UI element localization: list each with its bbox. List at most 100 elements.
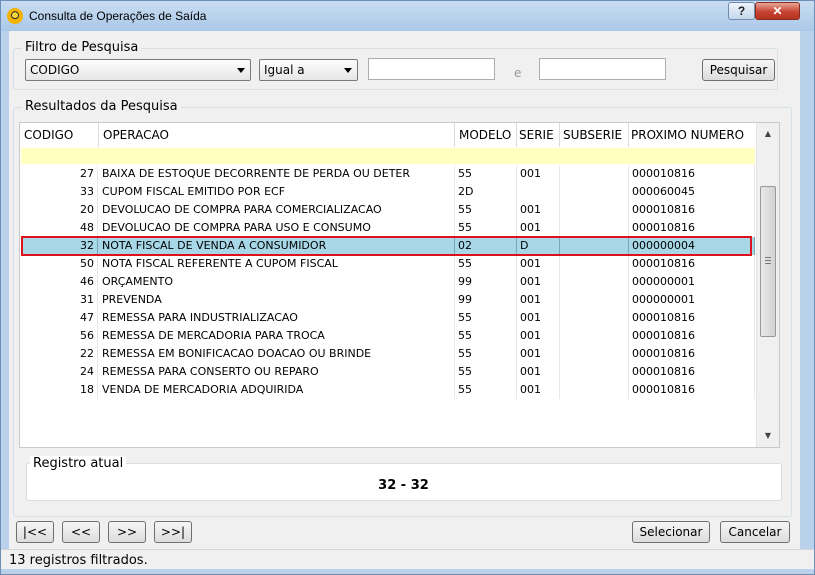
filter-value-1-input[interactable] <box>368 58 495 80</box>
column-header-operacao[interactable]: OPERACAO <box>103 128 169 142</box>
cell-codigo: 48 <box>21 219 98 237</box>
status-text: 13 registros filtrados. <box>9 553 148 568</box>
cell-serie: 001 <box>517 327 560 345</box>
column-divider <box>559 123 560 147</box>
results-group-title: Resultados da Pesquisa <box>22 99 181 114</box>
column-header-serie[interactable]: SERIE <box>519 128 554 142</box>
table-row[interactable]: 56 REMESSA DE MERCADORIA PARA TROCA 55 001 0… <box>21 327 755 345</box>
cell-codigo: 50 <box>21 255 98 273</box>
table-row[interactable]: 27 BAIXA DE ESTOQUE DECORRENTE DE PERDA O… <box>21 165 755 183</box>
cell-codigo: 31 <box>21 291 98 309</box>
cell-proximo-numero: 000010816 <box>629 165 755 183</box>
cell-operacao: ORÇAMENTO <box>99 273 455 291</box>
cell-subserie <box>560 255 629 273</box>
cell-operacao: CUPOM FISCAL EMITIDO POR ECF <box>99 183 455 201</box>
cell-modelo: 55 <box>455 345 517 363</box>
cell-serie: 001 <box>517 201 560 219</box>
cell-subserie <box>560 219 629 237</box>
previous-record-button[interactable]: << <box>62 521 100 543</box>
cell-proximo-numero: 000010816 <box>629 309 755 327</box>
grip-icon <box>765 257 771 258</box>
field-combo-value: CODIGO <box>30 63 80 77</box>
registro-group-title: Registro atual <box>30 456 127 471</box>
cell-codigo: 24 <box>21 363 98 381</box>
cell-subserie <box>560 381 629 399</box>
cell-proximo-numero: 000000001 <box>629 291 755 309</box>
registro-group: Registro atual 32 - 32 <box>26 456 782 501</box>
cell-codigo: 27 <box>21 165 98 183</box>
table-row[interactable]: 31 PREVENDA 99 001 000000001 <box>21 291 755 309</box>
table-row[interactable]: 46 ORÇAMENTO 99 001 000000001 <box>21 273 755 291</box>
cell-operacao: DEVOLUCAO DE COMPRA PARA USO E CONSUMO <box>99 219 455 237</box>
next-record-button[interactable]: >> <box>108 521 146 543</box>
column-header-modelo[interactable]: MODELO <box>459 128 511 142</box>
select-button[interactable]: Selecionar <box>632 521 710 543</box>
field-combo[interactable]: CODIGO <box>25 59 251 81</box>
help-button[interactable]: ? <box>728 2 755 20</box>
cell-proximo-numero: 000010816 <box>629 219 755 237</box>
cell-serie: 001 <box>517 165 560 183</box>
vertical-scrollbar[interactable]: ▲ ▼ <box>756 123 779 447</box>
cell-codigo: 56 <box>21 327 98 345</box>
chevron-down-icon <box>344 68 352 73</box>
close-button[interactable]: ✕ <box>755 2 800 20</box>
cell-proximo-numero: 000010816 <box>629 255 755 273</box>
dialog-window: Consulta de Operações de Saída ? ✕ Filtr… <box>0 0 815 575</box>
scroll-up-arrow-icon[interactable]: ▲ <box>761 127 775 141</box>
column-header-proximo-numero[interactable]: PROXIMO NUMERO <box>631 128 744 142</box>
table-row[interactable]: 20 DEVOLUCAO DE COMPRA PARA COMERCIALIZAC… <box>21 201 755 219</box>
cell-modelo: 99 <box>455 291 517 309</box>
cancel-button[interactable]: Cancelar <box>720 521 790 543</box>
registro-value: 32 - 32 <box>378 478 429 493</box>
filter-value-2-input[interactable] <box>539 58 666 80</box>
last-record-button[interactable]: >>| <box>154 521 192 543</box>
cell-serie: 001 <box>517 309 560 327</box>
operator-combo[interactable]: Igual a <box>259 59 358 81</box>
cell-modelo: 55 <box>455 327 517 345</box>
table-row[interactable]: 50 NOTA FISCAL REFERENTE A CUPOM FISCAL 55… <box>21 255 755 273</box>
selected-row-highlight <box>21 236 752 256</box>
cell-subserie <box>560 291 629 309</box>
results-grid[interactable]: CODIGO OPERACAO MODELO SERIE SUBSERIE PR… <box>19 122 780 448</box>
title-bar[interactable]: Consulta de Operações de Saída ? ✕ <box>1 1 814 31</box>
scrollbar-thumb[interactable] <box>760 186 776 337</box>
cell-serie: 001 <box>517 363 560 381</box>
table-row[interactable]: 33 CUPOM FISCAL EMITIDO POR ECF 2D 00006004… <box>21 183 755 201</box>
column-divider <box>516 123 517 147</box>
cell-proximo-numero: 000010816 <box>629 327 755 345</box>
cell-proximo-numero: 000010816 <box>629 363 755 381</box>
cell-serie: 001 <box>517 255 560 273</box>
cell-codigo: 18 <box>21 381 98 399</box>
table-row[interactable]: 47 REMESSA PARA INDUSTRIALIZACAO 55 001 0000… <box>21 309 755 327</box>
column-divider <box>628 123 629 147</box>
status-bar: 13 registros filtrados. <box>1 549 814 569</box>
column-divider <box>454 123 455 147</box>
table-row[interactable]: 22 REMESSA EM BONIFICACAO DOACAO OU BRIND… <box>21 345 755 363</box>
operator-combo-value: Igual a <box>264 63 305 77</box>
cell-proximo-numero: 000010816 <box>629 381 755 399</box>
column-header-codigo[interactable]: CODIGO <box>24 128 73 142</box>
column-header-subserie[interactable]: SUBSERIE <box>563 128 622 142</box>
first-record-button[interactable]: |<< <box>16 521 54 543</box>
cell-operacao: VENDA DE MERCADORIA ADQUIRIDA <box>99 381 455 399</box>
table-row[interactable]: 48 DEVOLUCAO DE COMPRA PARA USO E CONSUMO… <box>21 219 755 237</box>
cell-modelo: 99 <box>455 273 517 291</box>
cell-modelo: 55 <box>455 219 517 237</box>
cell-codigo: 46 <box>21 273 98 291</box>
table-row[interactable]: 18 VENDA DE MERCADORIA ADQUIRIDA 55 001 0000… <box>21 381 755 399</box>
cell-operacao: REMESSA PARA INDUSTRIALIZACAO <box>99 309 455 327</box>
table-row[interactable]: 24 REMESSA PARA CONSERTO OU REPARO 55 001 00… <box>21 363 755 381</box>
cell-serie: 001 <box>517 273 560 291</box>
cell-subserie <box>560 327 629 345</box>
cell-proximo-numero: 000010816 <box>629 345 755 363</box>
search-button[interactable]: Pesquisar <box>702 59 775 81</box>
grid-filter-row[interactable] <box>21 148 755 164</box>
cell-modelo: 2D <box>455 183 517 201</box>
cell-codigo: 47 <box>21 309 98 327</box>
window-title: Consulta de Operações de Saída <box>29 9 207 23</box>
cell-operacao: REMESSA DE MERCADORIA PARA TROCA <box>99 327 455 345</box>
cell-subserie <box>560 183 629 201</box>
cell-subserie <box>560 165 629 183</box>
cell-proximo-numero: 000010816 <box>629 201 755 219</box>
scroll-down-arrow-icon[interactable]: ▼ <box>761 429 775 443</box>
